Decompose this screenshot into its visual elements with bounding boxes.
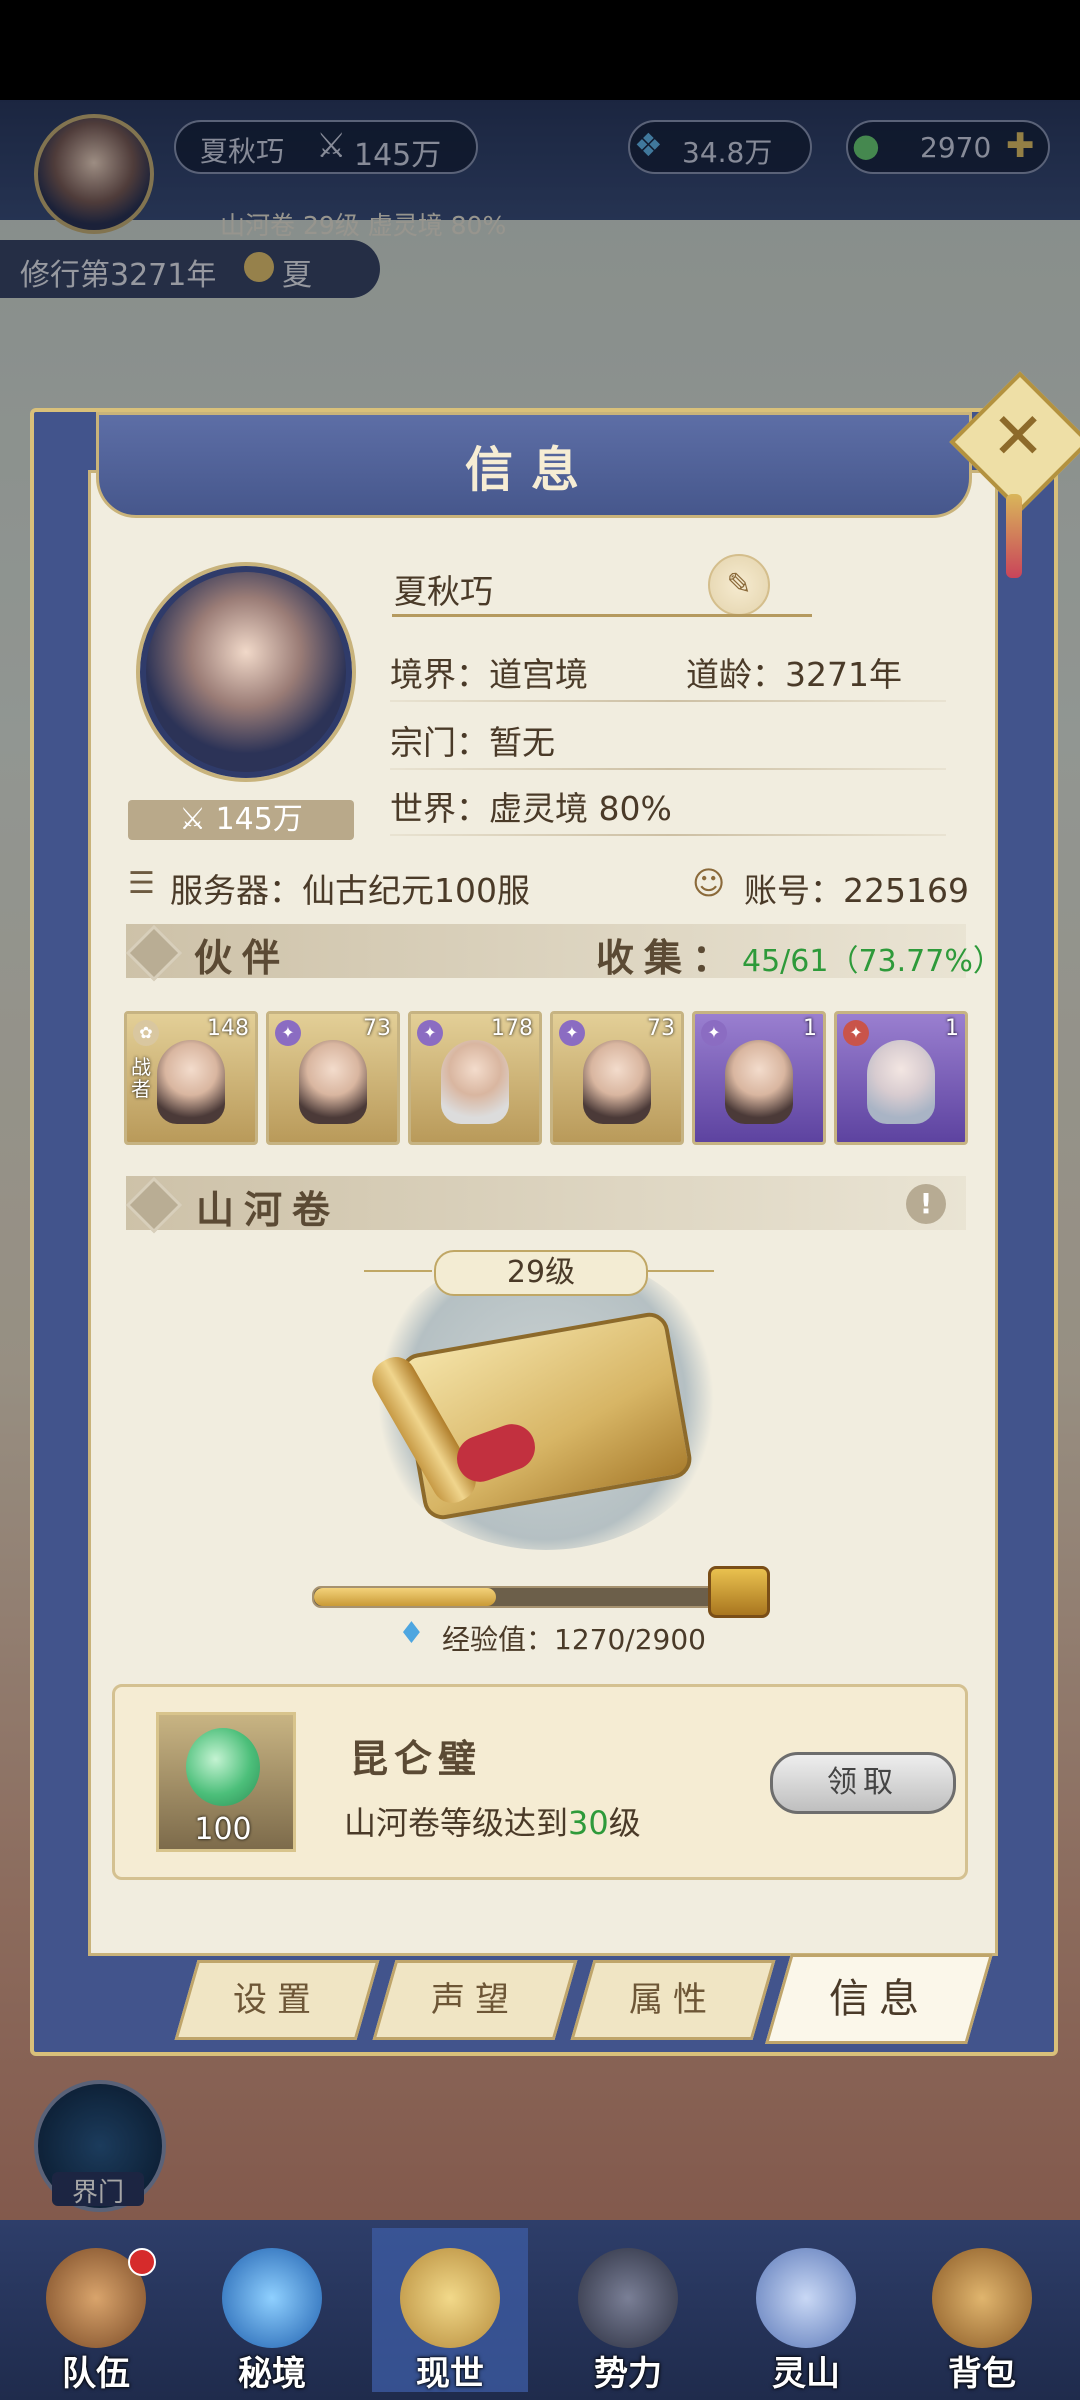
- companion-portrait: [299, 1040, 367, 1124]
- mountain-icon: [756, 2248, 856, 2348]
- tassel-icon: [1006, 494, 1022, 578]
- nav-team-label: 队伍: [62, 2354, 130, 2394]
- divider: [390, 834, 946, 836]
- companion-card[interactable]: ✦ 1: [692, 1011, 826, 1145]
- server-icon: ☰: [128, 866, 155, 901]
- companion-portrait: [867, 1040, 935, 1124]
- companion-level: 178: [491, 1016, 533, 1041]
- reward-name: 昆仑璧: [350, 1736, 483, 1781]
- profile-name: 夏秋巧: [394, 572, 493, 611]
- tab-settings-label: 设置: [233, 1980, 321, 2020]
- tab-reputation[interactable]: 声望: [372, 1960, 578, 2040]
- nav-spirit-mountain[interactable]: 灵山: [728, 2228, 884, 2394]
- tab-info-label: 信息: [829, 1976, 929, 2022]
- sect-field: 宗门：暂无: [390, 723, 555, 762]
- exp-label: 经验值：1270/2900: [442, 1623, 706, 1656]
- dialog-title: 信息: [464, 442, 597, 498]
- account-icon: ☺: [692, 864, 726, 902]
- nav-secret-realm[interactable]: 秘境: [194, 2228, 350, 2394]
- server-field: 服务器：仙古纪元100服: [170, 871, 530, 910]
- notification-dot: [128, 2248, 156, 2276]
- nav-backpack[interactable]: 背包: [904, 2228, 1060, 2394]
- level-badge-line: [364, 1270, 432, 1272]
- element-icon: ✦: [417, 1020, 443, 1046]
- level-badge-line: [646, 1270, 714, 1272]
- element-icon: ✦: [275, 1020, 301, 1046]
- kunlun-jade-icon: [186, 1728, 260, 1806]
- companion-portrait: [725, 1040, 793, 1124]
- world-field: 世界：虚灵境 80%: [390, 789, 672, 828]
- divider: [390, 700, 946, 702]
- companion-card[interactable]: ✿ 148 战者: [124, 1011, 258, 1145]
- profile-power-icon: ⚔: [179, 802, 216, 837]
- info-icon[interactable]: !: [906, 1184, 946, 1224]
- tab-settings[interactable]: 设置: [174, 1960, 380, 2040]
- companion-level: 73: [363, 1016, 391, 1041]
- companion-card[interactable]: ✦ 178: [408, 1011, 542, 1145]
- element-icon: ✿: [133, 1020, 159, 1046]
- nav-world-label: 现世: [416, 2354, 484, 2394]
- profile-power-value: 145万: [215, 802, 303, 837]
- companion-card[interactable]: ✦ 1: [834, 1011, 968, 1145]
- exp-icon: ♦: [398, 1616, 425, 1651]
- secret-realm-icon: [222, 2248, 322, 2348]
- tab-reputation-label: 声望: [431, 1980, 519, 2020]
- tab-attributes[interactable]: 属性: [570, 1960, 776, 2040]
- companion-portrait: [583, 1040, 651, 1124]
- nav-secret-realm-label: 秘境: [238, 2354, 306, 2394]
- reward-desc: 山河卷等级达到30级: [344, 1798, 641, 1844]
- faction-building-icon: [578, 2248, 678, 2348]
- companion-card[interactable]: ✦ 73: [266, 1011, 400, 1145]
- nav-backpack-label: 背包: [948, 2354, 1016, 2394]
- collect-label: 收集：: [596, 935, 741, 980]
- tab-info[interactable]: 信息: [765, 1954, 993, 2044]
- tab-attributes-label: 属性: [629, 1980, 717, 2020]
- scroll-title: 山河卷: [196, 1187, 341, 1232]
- profile-avatar: [140, 566, 352, 778]
- realm-field: 境界：道宫境: [390, 655, 588, 694]
- account-field: 账号：225169: [744, 871, 969, 910]
- profile-power-badge: ⚔ 145万: [128, 800, 354, 840]
- companion-level: 148: [207, 1016, 249, 1041]
- close-icon[interactable]: ✕: [978, 392, 1058, 482]
- exp-bar-fill: [314, 1588, 496, 1606]
- collect-value: 45/61（73.77%）: [742, 944, 1003, 979]
- nav-world[interactable]: 现世: [372, 2228, 528, 2394]
- world-scroll-icon: [400, 2248, 500, 2348]
- reward-desc-prefix: 山河卷等级达到: [344, 1804, 569, 1842]
- companion-portrait: [157, 1040, 225, 1124]
- element-icon: ✦: [701, 1020, 727, 1046]
- rename-brush-icon[interactable]: ✎: [708, 554, 770, 616]
- name-underline: [392, 614, 812, 617]
- element-icon: ✦: [843, 1020, 869, 1046]
- divider: [390, 768, 946, 770]
- companion-portrait: [441, 1040, 509, 1124]
- nav-spirit-mountain-label: 灵山: [772, 2354, 840, 2394]
- treasure-chest-icon[interactable]: [708, 1566, 770, 1618]
- companion-level: 1: [803, 1016, 817, 1041]
- companions-title: 伙伴: [194, 935, 291, 980]
- nav-faction-label: 势力: [594, 2354, 662, 2394]
- companion-level: 73: [647, 1016, 675, 1041]
- claim-button[interactable]: 领取: [770, 1752, 956, 1814]
- reward-desc-level: 30: [568, 1804, 609, 1842]
- reward-qty: 100: [194, 1812, 252, 1847]
- companion-level: 1: [945, 1016, 959, 1041]
- companion-card[interactable]: ✦ 73: [550, 1011, 684, 1145]
- nav-team[interactable]: 队伍: [18, 2228, 174, 2394]
- element-icon: ✦: [559, 1020, 585, 1046]
- reward-desc-suffix: 级: [608, 1804, 641, 1842]
- scroll-level-badge: 29级: [434, 1250, 648, 1296]
- age-field: 道龄：3271年: [686, 655, 902, 694]
- nav-faction[interactable]: 势力: [550, 2228, 706, 2394]
- backpack-icon: [932, 2248, 1032, 2348]
- companion-tag: 战者: [131, 1055, 151, 1101]
